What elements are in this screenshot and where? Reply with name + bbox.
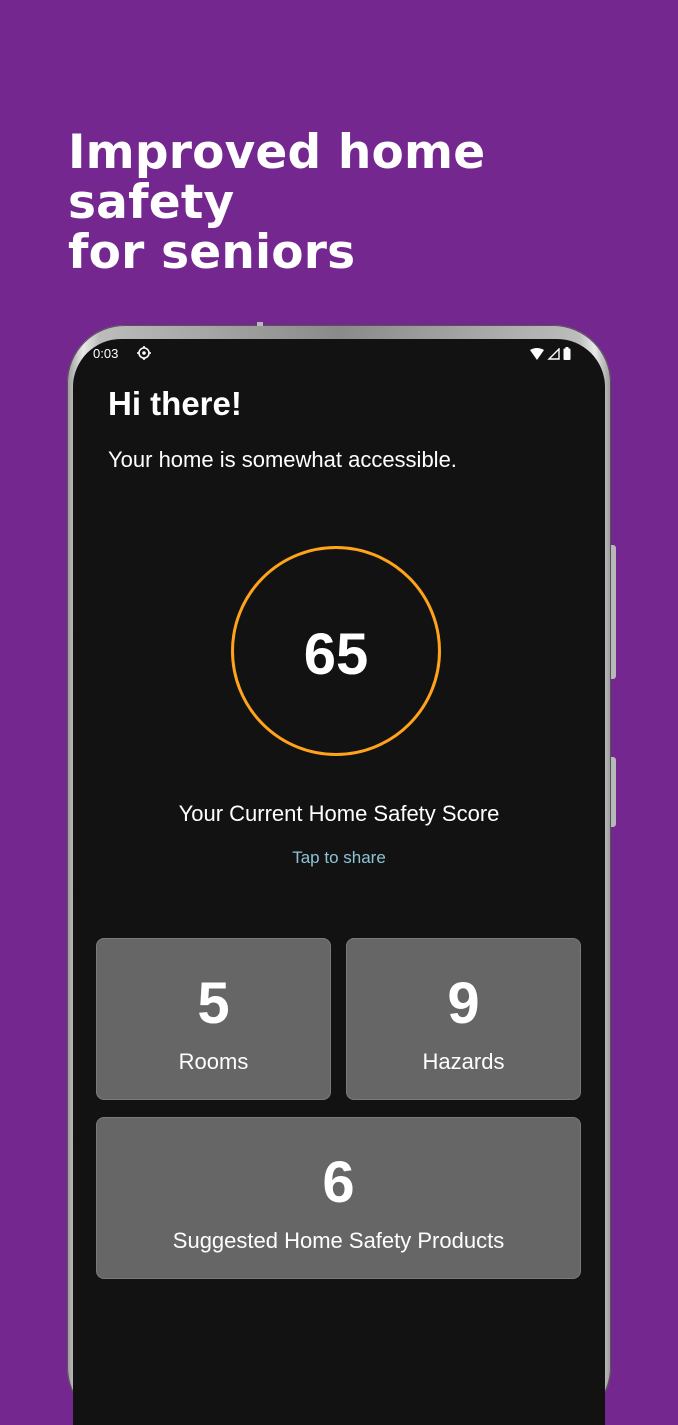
status-time: 0:03 — [93, 346, 119, 361]
phone-top-button — [257, 322, 263, 326]
rooms-card[interactable]: 5 Rooms — [96, 938, 331, 1100]
battery-icon — [563, 347, 571, 360]
status-bar: 0:03 — [73, 339, 605, 369]
hazards-count: 9 — [447, 971, 480, 1036]
accessibility-status-text: Your home is somewhat accessible. — [108, 447, 457, 472]
wifi-icon — [530, 347, 544, 360]
tap-to-share-link[interactable]: Tap to share — [73, 848, 605, 868]
rooms-count: 5 — [197, 971, 230, 1036]
greeting-heading: Hi there! — [108, 385, 242, 422]
safety-score-ring[interactable]: 65 — [231, 546, 441, 756]
phone-volume-button — [611, 545, 616, 679]
status-icons — [530, 347, 571, 360]
cell-signal-icon — [547, 347, 560, 360]
safety-score-value: 65 — [303, 622, 369, 687]
suggested-products-card[interactable]: 6 Suggested Home Safety Products — [96, 1117, 581, 1279]
phone-power-button — [611, 757, 616, 827]
hazards-card[interactable]: 9 Hazards — [346, 938, 581, 1100]
promo-headline: Improved home safety for seniors — [68, 128, 668, 278]
hazards-label: Hazards — [422, 1049, 505, 1074]
promo-headline-line-2: for seniors — [68, 225, 356, 280]
promo-headline-line-1: Improved home safety — [68, 125, 486, 230]
safety-score-label: Your Current Home Safety Score — [178, 801, 500, 826]
phone-screen: 0:03 Hi there! Your home is somewhat acc… — [73, 339, 605, 1425]
suggested-products-label: Suggested Home Safety Products — [172, 1228, 505, 1253]
phone-frame: 0:03 Hi there! Your home is somewhat acc… — [67, 322, 616, 1425]
suggested-products-count: 6 — [322, 1150, 355, 1215]
rooms-label: Rooms — [178, 1049, 249, 1074]
settings-gear-icon — [137, 346, 151, 360]
